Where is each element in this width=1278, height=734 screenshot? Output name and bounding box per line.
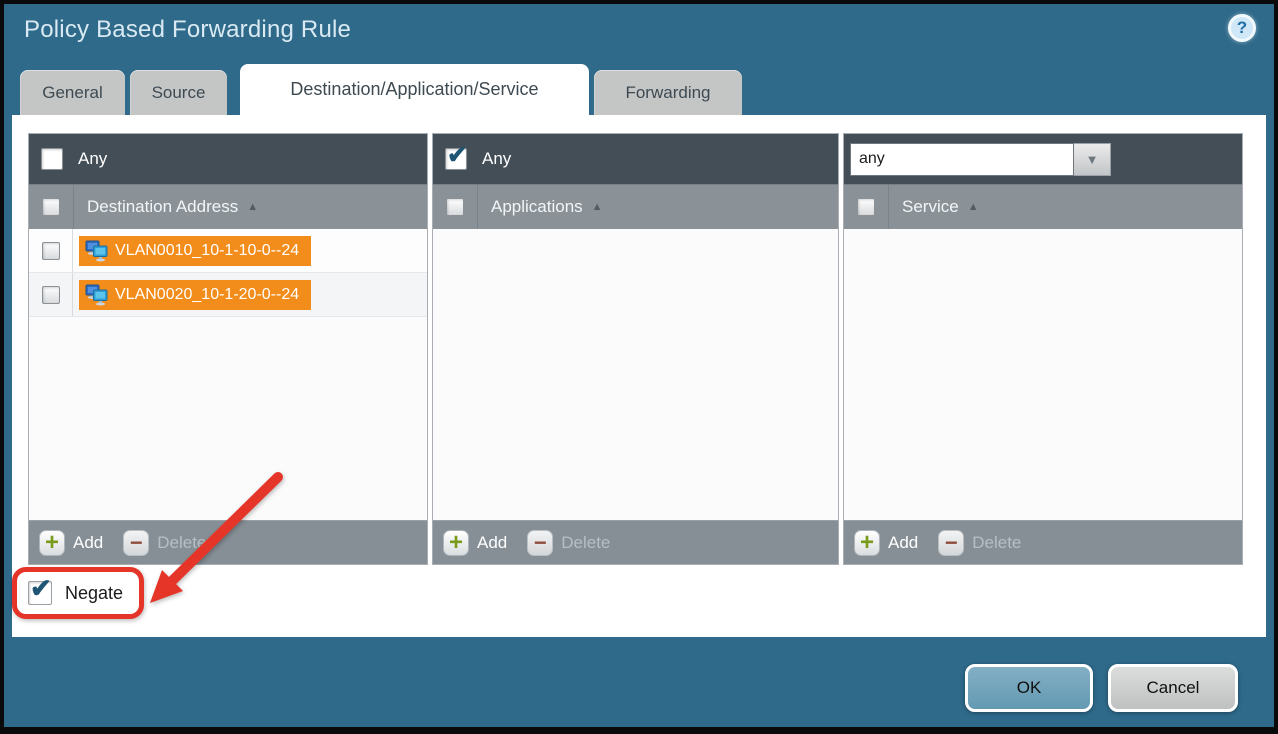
add-icon: +: [443, 530, 469, 556]
destination-any-label: Any: [78, 149, 107, 169]
applications-select-all-checkbox[interactable]: ✔: [446, 198, 464, 216]
destination-footer: + Add − Delete: [29, 520, 427, 564]
delete-button[interactable]: − Delete: [123, 530, 206, 556]
table-row[interactable]: ✔ VLAN0: [29, 273, 427, 317]
applications-any-checkbox[interactable]: ✔: [445, 148, 467, 170]
chevron-down-icon: ▼: [1086, 152, 1099, 167]
applications-any-label: Any: [482, 149, 511, 169]
destination-column-header: ✔ Destination Address ▲: [29, 184, 427, 229]
address-object-chip[interactable]: VLAN0010_10-1-10-0--24: [79, 236, 311, 266]
header-text: Service: [902, 197, 959, 217]
header-text: Applications: [491, 197, 583, 217]
delete-label: Delete: [157, 533, 206, 553]
applications-any-bar: ✔ Any: [433, 134, 838, 184]
delete-button[interactable]: − Delete: [938, 530, 1021, 556]
minus-glyph: −: [945, 533, 958, 553]
ok-button[interactable]: OK: [965, 664, 1093, 712]
dialog-title: Policy Based Forwarding Rule: [24, 16, 351, 44]
address-object-name: VLAN0020_10-1-20-0--24: [115, 286, 299, 304]
service-dropdown: any ▼: [850, 143, 1111, 176]
row-checkbox[interactable]: ✔: [42, 242, 60, 260]
header-checkbox-cell: ✔: [29, 185, 73, 229]
plus-glyph: +: [45, 532, 59, 554]
tab-destination-application-service[interactable]: Destination/Application/Service: [240, 64, 589, 115]
delete-label: Delete: [561, 533, 610, 553]
add-label: Add: [888, 533, 918, 553]
delete-icon: −: [123, 530, 149, 556]
minus-glyph: −: [130, 533, 143, 553]
row-checkbox-cell: ✔: [29, 273, 73, 316]
address-object-name: VLAN0010_10-1-10-0--24: [115, 242, 299, 260]
header-separator: [477, 185, 478, 229]
destination-header-label[interactable]: Destination Address ▲: [87, 197, 258, 217]
row-checkbox[interactable]: ✔: [42, 286, 60, 304]
row-checkbox-cell: ✔: [29, 229, 73, 272]
delete-label: Delete: [972, 533, 1021, 553]
destination-any-checkbox[interactable]: ✔: [41, 148, 63, 170]
applications-header-label[interactable]: Applications ▲: [491, 197, 603, 217]
negate-checkbox[interactable]: ✔: [28, 581, 52, 605]
add-button[interactable]: + Add: [854, 530, 918, 556]
add-label: Add: [73, 533, 103, 553]
header-checkbox-cell: ✔: [433, 185, 477, 229]
checkmark-icon: ✔: [447, 141, 467, 170]
applications-list: [433, 229, 838, 520]
destination-select-all-checkbox[interactable]: ✔: [42, 198, 60, 216]
tab-content-panel: ✔ Any ✔ Destination Address ▲: [12, 115, 1266, 637]
destination-any-bar: ✔ Any: [29, 134, 427, 184]
add-button[interactable]: + Add: [39, 530, 103, 556]
delete-icon: −: [527, 530, 553, 556]
add-label: Add: [477, 533, 507, 553]
plus-glyph: +: [860, 532, 874, 554]
service-dropdown-button[interactable]: ▼: [1074, 143, 1111, 176]
help-glyph: ?: [1237, 18, 1247, 38]
tab-source[interactable]: Source: [130, 70, 227, 115]
tab-general[interactable]: General: [20, 70, 125, 115]
plus-glyph: +: [449, 532, 463, 554]
checkmark-icon: ✔: [30, 573, 52, 604]
add-icon: +: [854, 530, 880, 556]
applications-panel: ✔ Any ✔ Applications ▲ +: [432, 133, 839, 565]
service-select-all-checkbox[interactable]: ✔: [857, 198, 875, 216]
destination-address-panel: ✔ Any ✔ Destination Address ▲: [28, 133, 428, 565]
header-checkbox-cell: ✔: [844, 185, 888, 229]
negate-annotation-box: ✔ Negate: [12, 567, 144, 619]
minus-glyph: −: [534, 533, 547, 553]
destination-list: ✔ VLAN0: [29, 229, 427, 520]
service-dropdown-value[interactable]: any: [850, 143, 1074, 176]
service-header-label[interactable]: Service ▲: [902, 197, 979, 217]
help-icon[interactable]: ?: [1228, 14, 1256, 42]
service-list: [844, 229, 1242, 520]
header-text: Destination Address: [87, 197, 238, 217]
network-address-icon: [84, 240, 108, 262]
cancel-button[interactable]: Cancel: [1108, 664, 1238, 712]
address-object-chip[interactable]: VLAN0020_10-1-20-0--24: [79, 280, 311, 310]
negate-label: Negate: [65, 583, 123, 604]
service-footer: + Add − Delete: [844, 520, 1242, 564]
applications-footer: + Add − Delete: [433, 520, 838, 564]
service-panel: any ▼ ✔ Service ▲: [843, 133, 1243, 565]
service-column-header: ✔ Service ▲: [844, 184, 1242, 229]
add-icon: +: [39, 530, 65, 556]
table-row[interactable]: ✔ VLAN0: [29, 229, 427, 273]
pbf-rule-dialog: Policy Based Forwarding Rule ? General S…: [0, 0, 1278, 734]
sort-ascending-icon: ▲: [592, 201, 603, 213]
applications-column-header: ✔ Applications ▲: [433, 184, 838, 229]
header-separator: [888, 185, 889, 229]
sort-ascending-icon: ▲: [968, 201, 979, 213]
service-dropdown-bar: any ▼: [844, 134, 1242, 184]
sort-ascending-icon: ▲: [247, 201, 258, 213]
delete-button[interactable]: − Delete: [527, 530, 610, 556]
network-address-icon: [84, 284, 108, 306]
tab-forwarding[interactable]: Forwarding: [594, 70, 742, 115]
header-separator: [73, 185, 74, 229]
delete-icon: −: [938, 530, 964, 556]
add-button[interactable]: + Add: [443, 530, 507, 556]
